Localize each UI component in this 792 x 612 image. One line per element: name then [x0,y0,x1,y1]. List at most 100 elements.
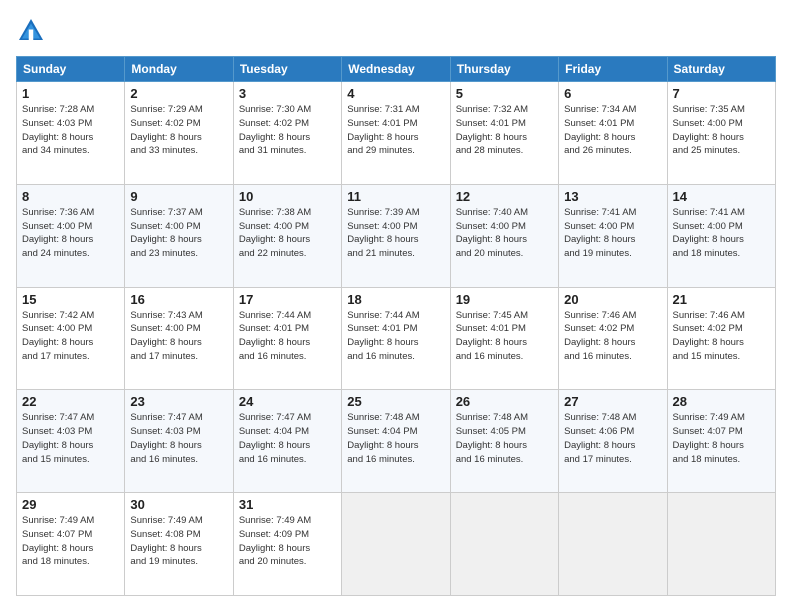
day-info: Sunrise: 7:49 AM Sunset: 4:08 PM Dayligh… [130,514,227,569]
calendar-cell-empty [450,493,558,596]
day-info: Sunrise: 7:49 AM Sunset: 4:09 PM Dayligh… [239,514,336,569]
day-number: 20 [564,292,661,307]
day-info: Sunrise: 7:32 AM Sunset: 4:01 PM Dayligh… [456,103,553,158]
day-info: Sunrise: 7:28 AM Sunset: 4:03 PM Dayligh… [22,103,119,158]
calendar-cell-day-21: 21 Sunrise: 7:46 AM Sunset: 4:02 PM Dayli… [667,287,775,390]
day-info: Sunrise: 7:31 AM Sunset: 4:01 PM Dayligh… [347,103,444,158]
day-info: Sunrise: 7:29 AM Sunset: 4:02 PM Dayligh… [130,103,227,158]
calendar-cell-day-26: 26Sunrise: 7:48 AM Sunset: 4:05 PM Dayli… [450,390,558,493]
day-info: Sunrise: 7:46 AM Sunset: 4:02 PM Dayligh… [673,309,770,364]
calendar-cell-day-16: 16 Sunrise: 7:43 AM Sunset: 4:00 PM Dayli… [125,287,233,390]
calendar-cell-day-10: 10 Sunrise: 7:38 AM Sunset: 4:00 PM Dayli… [233,184,341,287]
calendar-cell-day-15: 15Sunrise: 7:42 AM Sunset: 4:00 PM Dayli… [17,287,125,390]
calendar-cell-day-13: 13 Sunrise: 7:41 AM Sunset: 4:00 PM Dayli… [559,184,667,287]
calendar-cell-day-28: 28Sunrise: 7:49 AM Sunset: 4:07 PM Dayli… [667,390,775,493]
day-info: Sunrise: 7:30 AM Sunset: 4:02 PM Dayligh… [239,103,336,158]
day-info: Sunrise: 7:35 AM Sunset: 4:00 PM Dayligh… [673,103,770,158]
day-info: Sunrise: 7:43 AM Sunset: 4:00 PM Dayligh… [130,309,227,364]
day-number: 6 [564,86,661,101]
calendar-cell-day-6: 6 Sunrise: 7:34 AM Sunset: 4:01 PM Daylig… [559,82,667,185]
day-number: 30 [130,497,227,512]
day-number: 12 [456,189,553,204]
header [16,16,776,46]
calendar-header-sunday: Sunday [17,57,125,82]
calendar-cell-empty [667,493,775,596]
day-number: 10 [239,189,336,204]
calendar-cell-empty [559,493,667,596]
calendar-row-3: 22Sunrise: 7:47 AM Sunset: 4:03 PM Dayli… [17,390,776,493]
day-number: 1 [22,86,119,101]
calendar-cell-day-2: 2 Sunrise: 7:29 AM Sunset: 4:02 PM Daylig… [125,82,233,185]
day-number: 24 [239,394,336,409]
calendar-cell-day-24: 24 Sunrise: 7:47 AM Sunset: 4:04 PM Dayli… [233,390,341,493]
day-info: Sunrise: 7:36 AM Sunset: 4:00 PM Dayligh… [22,206,119,261]
day-number: 19 [456,292,553,307]
day-number: 7 [673,86,770,101]
day-info: Sunrise: 7:41 AM Sunset: 4:00 PM Dayligh… [564,206,661,261]
day-number: 9 [130,189,227,204]
day-info: Sunrise: 7:44 AM Sunset: 4:01 PM Dayligh… [239,309,336,364]
calendar-cell-day-19: 19 Sunrise: 7:45 AM Sunset: 4:01 PM Dayli… [450,287,558,390]
calendar-cell-day-1: 1 Sunrise: 7:28 AM Sunset: 4:03 PM Daylig… [17,82,125,185]
day-number: 3 [239,86,336,101]
day-number: 27 [564,394,661,409]
day-number: 11 [347,189,444,204]
calendar-cell-day-25: 25Sunrise: 7:48 AM Sunset: 4:04 PM Dayli… [342,390,450,493]
day-number: 29 [22,497,119,512]
calendar-header-monday: Monday [125,57,233,82]
day-number: 4 [347,86,444,101]
calendar-body: 1 Sunrise: 7:28 AM Sunset: 4:03 PM Daylig… [17,82,776,596]
day-number: 31 [239,497,336,512]
day-number: 23 [130,394,227,409]
calendar-row-0: 1 Sunrise: 7:28 AM Sunset: 4:03 PM Daylig… [17,82,776,185]
day-info: Sunrise: 7:47 AM Sunset: 4:04 PM Dayligh… [239,411,336,466]
calendar-header-thursday: Thursday [450,57,558,82]
calendar-cell-day-9: 9 Sunrise: 7:37 AM Sunset: 4:00 PM Daylig… [125,184,233,287]
day-number: 21 [673,292,770,307]
calendar-cell-day-30: 30 Sunrise: 7:49 AM Sunset: 4:08 PM Dayli… [125,493,233,596]
calendar-header-wednesday: Wednesday [342,57,450,82]
day-info: Sunrise: 7:45 AM Sunset: 4:01 PM Dayligh… [456,309,553,364]
calendar-cell-day-3: 3 Sunrise: 7:30 AM Sunset: 4:02 PM Daylig… [233,82,341,185]
day-number: 25 [347,394,444,409]
calendar-cell-day-17: 17 Sunrise: 7:44 AM Sunset: 4:01 PM Dayli… [233,287,341,390]
calendar-cell-day-4: 4 Sunrise: 7:31 AM Sunset: 4:01 PM Daylig… [342,82,450,185]
calendar-cell-empty [342,493,450,596]
day-number: 13 [564,189,661,204]
day-info: Sunrise: 7:37 AM Sunset: 4:00 PM Dayligh… [130,206,227,261]
calendar-cell-day-8: 8 Sunrise: 7:36 AM Sunset: 4:00 PM Daylig… [17,184,125,287]
calendar-cell-day-12: 12 Sunrise: 7:40 AM Sunset: 4:00 PM Dayli… [450,184,558,287]
calendar-header-row: SundayMondayTuesdayWednesdayThursdayFrid… [17,57,776,82]
page: SundayMondayTuesdayWednesdayThursdayFrid… [0,0,792,612]
day-info: Sunrise: 7:48 AM Sunset: 4:06 PM Dayligh… [564,411,661,466]
calendar-cell-day-18: 18Sunrise: 7:44 AM Sunset: 4:01 PM Dayli… [342,287,450,390]
day-number: 22 [22,394,119,409]
calendar-cell-day-31: 31 Sunrise: 7:49 AM Sunset: 4:09 PM Dayli… [233,493,341,596]
logo-icon [16,16,46,46]
day-info: Sunrise: 7:41 AM Sunset: 4:00 PM Dayligh… [673,206,770,261]
day-info: Sunrise: 7:38 AM Sunset: 4:00 PM Dayligh… [239,206,336,261]
calendar-cell-day-27: 27 Sunrise: 7:48 AM Sunset: 4:06 PM Dayli… [559,390,667,493]
logo [16,16,48,46]
day-number: 5 [456,86,553,101]
calendar-cell-day-29: 29 Sunrise: 7:49 AM Sunset: 4:07 PM Dayli… [17,493,125,596]
calendar-header-saturday: Saturday [667,57,775,82]
calendar-header-friday: Friday [559,57,667,82]
day-info: Sunrise: 7:42 AM Sunset: 4:00 PM Dayligh… [22,309,119,364]
day-number: 2 [130,86,227,101]
calendar-cell-day-11: 11 Sunrise: 7:39 AM Sunset: 4:00 PM Dayli… [342,184,450,287]
calendar-row-4: 29 Sunrise: 7:49 AM Sunset: 4:07 PM Dayli… [17,493,776,596]
calendar-header-tuesday: Tuesday [233,57,341,82]
day-info: Sunrise: 7:39 AM Sunset: 4:00 PM Dayligh… [347,206,444,261]
calendar-row-1: 8 Sunrise: 7:36 AM Sunset: 4:00 PM Daylig… [17,184,776,287]
day-number: 17 [239,292,336,307]
day-number: 14 [673,189,770,204]
day-info: Sunrise: 7:40 AM Sunset: 4:00 PM Dayligh… [456,206,553,261]
day-info: Sunrise: 7:49 AM Sunset: 4:07 PM Dayligh… [22,514,119,569]
day-number: 8 [22,189,119,204]
calendar-row-2: 15Sunrise: 7:42 AM Sunset: 4:00 PM Dayli… [17,287,776,390]
day-info: Sunrise: 7:49 AM Sunset: 4:07 PM Dayligh… [673,411,770,466]
day-number: 26 [456,394,553,409]
day-number: 16 [130,292,227,307]
day-info: Sunrise: 7:34 AM Sunset: 4:01 PM Dayligh… [564,103,661,158]
